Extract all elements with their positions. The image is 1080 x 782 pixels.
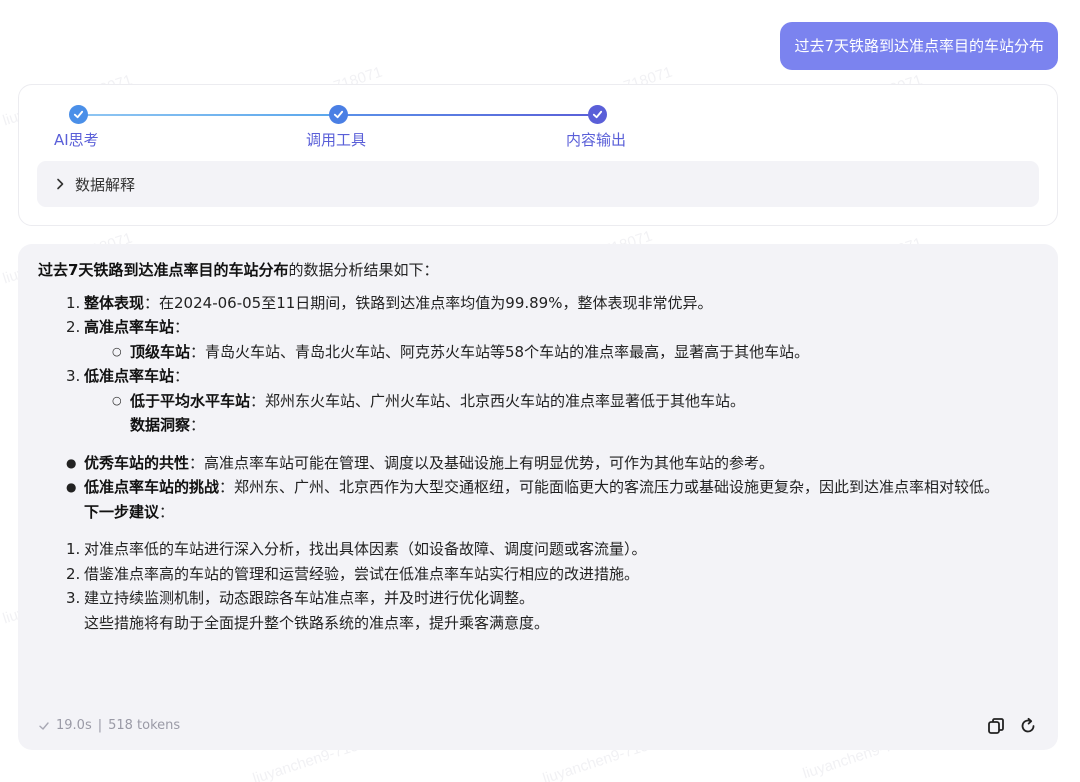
list-item: 1. 整体表现：在2024-06-05至11日期间，铁路到达准点率均值为99.8… [38,291,1038,316]
bullet-item: ● 低准点率车站的挑战：郑州东、广州、北京西作为大型交通枢纽，可能面临更大的客流… [38,475,1038,500]
list-item-heading: 低准点率车站 [84,367,175,385]
answer-intro: 过去7天铁路到达准点率目的车站分布的数据分析结果如下： [38,258,1038,283]
copy-icon[interactable] [986,716,1006,736]
answer-footer: 19.0s | 518 tokens [38,714,1038,738]
insight-heading-text: 数据洞察 [130,416,191,434]
step-3-label: 内容输出 [566,131,627,149]
next-steps-heading-text: 下一步建议 [84,502,160,521]
list-number: 1. [66,540,81,558]
bullet-text: ：高准点率车站可能在管理、调度以及基础设施上有明显优势，可作为其他车站的参考。 [189,453,775,472]
list-number: 3. [66,367,81,385]
list-number: 2. [66,564,81,583]
step-2-check-icon [329,105,348,124]
bullet-heading: 优秀车站的共性 [84,453,190,472]
answer-intro-rest: 的数据分析结果如下： [288,261,439,279]
list-item: 2. 借鉴准点率高的车站的管理和运营经验，尝试在低准点率车站实行相应的改进措施。 [38,562,1038,587]
list-item-heading: 高准点率车站 [84,318,175,336]
list-item-text: 建立持续监测机制，动态跟踪各车站准点率，并及时进行优化调整。 [84,589,535,607]
step-1-check-icon [69,105,88,124]
data-explain-label: 数据解释 [75,175,136,194]
answer-actions [986,716,1038,736]
list-item-heading: 整体表现 [84,293,145,312]
sub-item-text: ：青岛火车站、青岛北火车站、阿克苏火车站等58个车站的准点率最高，显著高于其他车… [190,342,810,361]
user-message-bubble: 过去7天铁路到达准点率目的车站分布 [780,22,1058,70]
hollow-bullet-icon: ○ [112,344,122,358]
bullet-heading: 低准点率车站的挑战 [84,478,220,496]
list-number: 2. [66,318,81,336]
insight-heading: 数据洞察： [38,413,1038,438]
step-connector-1 [86,114,338,116]
next-steps-heading-colon: ： [159,502,175,521]
sub-item-heading: 顶级车站 [130,342,191,361]
sub-list-item: ○ 低于平均水平车站：郑州东火车站、广州火车站、北京西火车站的准点率显著低于其他… [38,389,1038,414]
generation-meta: 19.0s | 518 tokens [38,714,180,739]
step-3-check-icon [588,105,607,124]
step-1-label: AI思考 [54,131,99,149]
sub-list-item: ○ 顶级车站：青岛火车站、青岛北火车站、阿克苏火车站等58个车站的准点率最高，显… [38,340,1038,365]
bullet-icon: ● [66,455,77,470]
list-item: 2. 高准点率车站： [38,315,1038,340]
list-item: 1. 对准点率低的车站进行深入分析，找出具体因素（如设备故障、调度问题或客流量）… [38,537,1038,562]
hollow-bullet-icon: ○ [112,393,122,407]
token-count: 518 tokens [108,717,181,733]
list-item: 3. 低准点率车站： [38,364,1038,389]
sub-item-heading: 低于平均水平车站 [130,391,251,410]
list-number: 1. [66,293,81,312]
insight-heading-colon: ： [190,416,206,434]
closing-text: 这些措施将有助于全面提升整个铁路系统的准点率，提升乘客满意度。 [84,613,550,632]
bullet-text: ：郑州东、广州、北京西作为大型交通枢纽，可能面临更大的客流压力或基础设施更复杂，… [219,478,1000,496]
list-item-text: ：在2024-06-05至11日期间，铁路到达准点率均值为99.89%，整体表现… [144,293,713,312]
sub-item-text: ：郑州东火车站、广州火车站、北京西火车站的准点率显著低于其他车站。 [250,391,746,410]
list-item-text: ： [174,367,190,385]
check-icon [39,722,49,730]
list-item-text: 对准点率低的车站进行深入分析，找出具体因素（如设备故障、调度问题或客流量）。 [84,540,647,558]
answer-card: 过去7天铁路到达准点率目的车站分布的数据分析结果如下： 1. 整体表现：在202… [18,244,1058,750]
bullet-icon: ● [66,480,77,494]
data-explain-toggle[interactable]: 数据解释 [37,161,1039,207]
chevron-right-icon [57,178,64,190]
step-track: AI思考 调用工具 内容输出 [19,85,1057,165]
step-connector-2 [346,114,598,116]
list-item-text: ： [174,318,190,336]
bullet-item: ● 优秀车站的共性：高准点率车站可能在管理、调度以及基础设施上有明显优势，可作为… [38,451,1038,476]
regenerate-icon[interactable] [1018,716,1038,736]
list-number: 3. [66,589,81,607]
answer-intro-title: 过去7天铁路到达准点率目的车站分布 [38,261,289,279]
list-item: 3. 建立持续监测机制，动态跟踪各车站准点率，并及时进行优化调整。 [38,586,1038,611]
list-item-text: 借鉴准点率高的车站的管理和运营经验，尝试在低准点率车站实行相应的改进措施。 [84,564,640,583]
progress-steps-card: AI思考 调用工具 内容输出 数据解释 [18,84,1058,226]
duration-text: 19.0s [56,717,92,733]
meta-separator: | [97,717,103,733]
next-steps-heading: 下一步建议： [38,500,1038,525]
step-2-label: 调用工具 [306,131,367,149]
